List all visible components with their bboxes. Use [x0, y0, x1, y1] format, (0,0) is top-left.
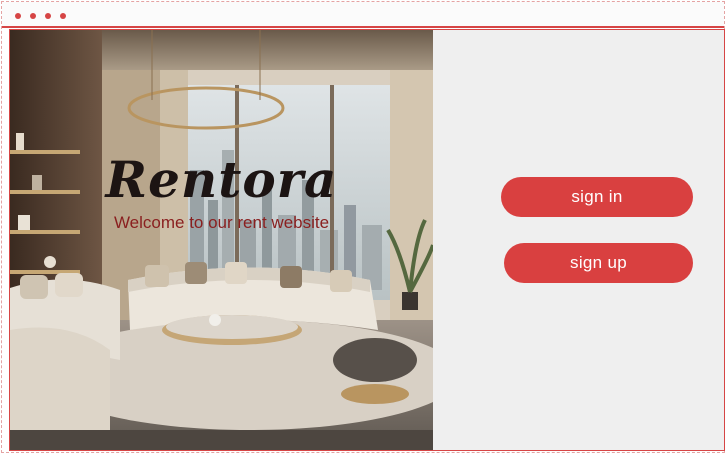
living-room-photo: [10, 30, 433, 450]
window-control-dot[interactable]: [45, 13, 51, 19]
window-control-dot[interactable]: [15, 13, 21, 19]
window-control-dot[interactable]: [30, 13, 36, 19]
hero-photo: Rentora Welcome to our rent website: [10, 30, 433, 450]
auth-panel: sign in sign up: [433, 30, 725, 450]
edge-marker: [724, 226, 725, 229]
page-content: Rentora Welcome to our rent website sign…: [9, 29, 725, 451]
window-titlebar: [2, 2, 724, 28]
browser-window: Rentora Welcome to our rent website sign…: [1, 1, 725, 453]
brand-logo: Rentora: [105, 150, 338, 209]
window-control-dot[interactable]: [60, 13, 66, 19]
sign-up-button[interactable]: sign up: [504, 243, 693, 283]
sign-in-button[interactable]: sign in: [501, 177, 693, 217]
tagline: Welcome to our rent website: [113, 213, 330, 232]
